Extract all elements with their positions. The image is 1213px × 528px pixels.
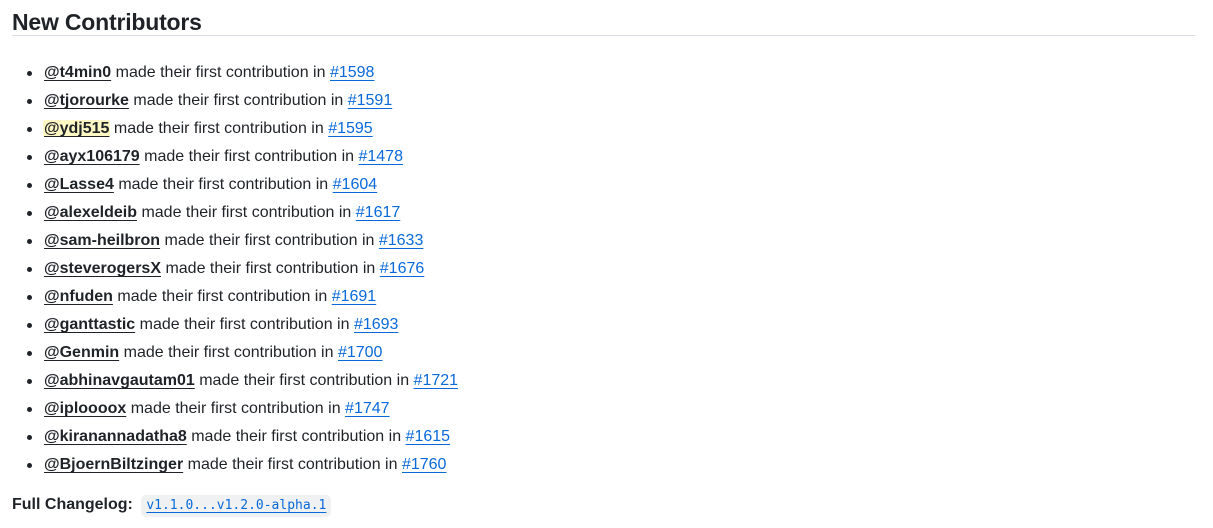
pull-request-link[interactable]: #1617 — [356, 204, 401, 221]
list-item: @iploooox made their first contribution … — [12, 395, 458, 423]
pull-request-link[interactable]: #1615 — [406, 428, 451, 445]
list-item: @kiranannadatha8 made their first contri… — [12, 423, 458, 451]
pull-request-link[interactable]: #1760 — [402, 456, 447, 473]
pull-request-link[interactable]: #1604 — [333, 176, 378, 193]
list-item: @ayx106179 made their first contribution… — [12, 143, 458, 171]
bullet-icon — [27, 239, 32, 244]
list-item: @Genmin made their first contribution in… — [12, 339, 458, 367]
contributor-user-link[interactable]: @Genmin — [44, 344, 119, 361]
contribution-text: made their first contribution in — [130, 400, 341, 417]
list-item: @ydj515 made their first contribution in… — [12, 115, 458, 143]
new-contributors-section: New Contributors @t4min0 made their firs… — [12, 0, 1195, 517]
contributor-user-link[interactable]: @sam-heilbron — [44, 232, 160, 249]
pull-request-link[interactable]: #1700 — [338, 344, 383, 361]
bullet-icon — [27, 155, 32, 160]
contributor-user-link[interactable]: @ayx106179 — [44, 148, 140, 165]
contributors-list: @t4min0 made their first contribution in… — [12, 59, 458, 479]
contribution-text: made their first contribution in — [165, 260, 376, 277]
pull-request-link[interactable]: #1676 — [380, 260, 425, 277]
contributor-user-link[interactable]: @iploooox — [44, 400, 126, 417]
bullet-icon — [27, 295, 32, 300]
pull-request-link[interactable]: #1598 — [330, 64, 375, 81]
contribution-text: made their first contribution in — [113, 120, 324, 137]
bullet-icon — [27, 351, 32, 356]
contribution-text: made their first contribution in — [139, 316, 350, 333]
pull-request-link[interactable]: #1595 — [328, 120, 373, 137]
list-item: @nfuden made their first contribution in… — [12, 283, 458, 311]
list-item: @steverogersX made their first contribut… — [12, 255, 458, 283]
changelog-compare-link[interactable]: v1.1.0...v1.2.0-alpha.1 — [141, 495, 332, 517]
contributor-user-link[interactable]: @steverogersX — [44, 260, 161, 277]
pull-request-link[interactable]: #1591 — [348, 92, 393, 109]
bullet-icon — [27, 211, 32, 216]
contributor-user-link[interactable]: @ganttastic — [44, 316, 135, 333]
contributor-user-link[interactable]: @BjoernBiltzinger — [44, 456, 183, 473]
contribution-text: made their first contribution in — [117, 288, 328, 305]
contribution-text: made their first contribution in — [199, 372, 410, 389]
bullet-icon — [27, 71, 32, 76]
bullet-icon — [27, 407, 32, 412]
contributor-user-link[interactable]: @nfuden — [44, 288, 113, 305]
bullet-icon — [27, 463, 32, 468]
list-item: @BjoernBiltzinger made their first contr… — [12, 451, 458, 479]
contribution-text: made their first contribution in — [144, 148, 355, 165]
list-item: @t4min0 made their first contribution in… — [12, 59, 458, 87]
changelog-label: Full Changelog: — [12, 496, 133, 513]
bullet-icon — [27, 183, 32, 188]
bullet-icon — [27, 435, 32, 440]
contribution-text: made their first contribution in — [141, 204, 352, 221]
pull-request-link[interactable]: #1478 — [358, 148, 403, 165]
pull-request-link[interactable]: #1691 — [332, 288, 377, 305]
list-item: @ganttastic made their first contributio… — [12, 311, 458, 339]
bullet-icon — [27, 267, 32, 272]
contributor-user-link[interactable]: @ydj515 — [43, 120, 111, 137]
list-item: @Lasse4 made their first contribution in… — [12, 171, 458, 199]
list-item: @abhinavgautam01 made their first contri… — [12, 367, 458, 395]
contribution-text: made their first contribution in — [187, 456, 398, 473]
contribution-text: made their first contribution in — [133, 92, 344, 109]
list-item: @sam-heilbron made their first contribut… — [12, 227, 458, 255]
section-heading: New Contributors — [12, 0, 1195, 36]
bullet-icon — [27, 127, 32, 132]
contribution-text: made their first contribution in — [123, 344, 334, 361]
bullet-icon — [27, 323, 32, 328]
pull-request-link[interactable]: #1633 — [379, 232, 424, 249]
contributor-user-link[interactable]: @Lasse4 — [44, 176, 114, 193]
contributor-user-link[interactable]: @alexeldeib — [44, 204, 137, 221]
list-item: @alexeldeib made their first contributio… — [12, 199, 458, 227]
contributor-user-link[interactable]: @abhinavgautam01 — [44, 372, 195, 389]
full-changelog: Full Changelog: v1.1.0...v1.2.0-alpha.1 — [12, 492, 332, 518]
contribution-text: made their first contribution in — [115, 64, 326, 81]
bullet-icon — [27, 99, 32, 104]
contributor-user-link[interactable]: @tjorourke — [44, 92, 129, 109]
bullet-icon — [27, 379, 32, 384]
pull-request-link[interactable]: #1693 — [354, 316, 399, 333]
contribution-text: made their first contribution in — [191, 428, 402, 445]
pull-request-link[interactable]: #1747 — [345, 400, 390, 417]
contribution-text: made their first contribution in — [118, 176, 329, 193]
contributor-user-link[interactable]: @t4min0 — [44, 64, 111, 81]
contribution-text: made their first contribution in — [164, 232, 375, 249]
contributor-user-link[interactable]: @kiranannadatha8 — [44, 428, 187, 445]
pull-request-link[interactable]: #1721 — [414, 372, 459, 389]
list-item: @tjorourke made their first contribution… — [12, 87, 458, 115]
